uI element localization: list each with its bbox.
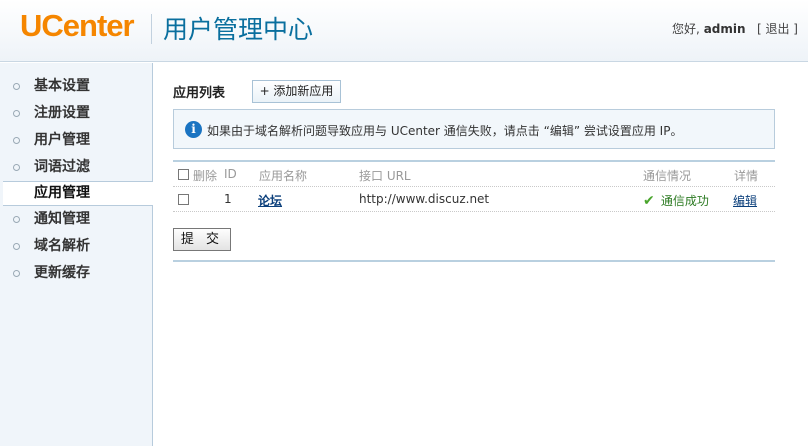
status-cell: ✔ 通信成功 — [643, 192, 709, 209]
sidebar-item-notice-management[interactable]: 通知管理 — [0, 206, 152, 233]
app-url: http://www.discuz.net — [359, 192, 490, 206]
sidebar-item-label: 注册设置 — [34, 105, 90, 121]
sidebar: 基本设置 注册设置 用户管理 词语过滤 应用管理 通知管理 域名解析 更新缓存 — [0, 63, 153, 446]
logo-u: U — [20, 8, 42, 43]
select-all-checkbox[interactable] — [178, 169, 189, 180]
logo-rest: Center — [41, 8, 134, 43]
header-delete: 删除 — [193, 169, 218, 183]
app-title: 用户管理中心 — [163, 15, 314, 44]
bullet-icon — [13, 164, 20, 171]
row-delete-checkbox[interactable] — [178, 194, 189, 205]
sidebar-item-label: 基本设置 — [34, 78, 90, 94]
info-icon: i — [185, 121, 202, 138]
table-row: 1 论坛 http://www.discuz.net ✔ 通信成功 编辑 — [173, 187, 775, 212]
info-notice: i 如果由于域名解析问题导致应用与 UCenter 通信失败，请点击 “编辑” … — [173, 109, 775, 149]
app-table: 删除 ID 应用名称 接口 URL 通信情况 详情 1 论坛 http://ww… — [173, 160, 775, 262]
notice-text: 如果由于域名解析问题导致应用与 UCenter 通信失败，请点击 “编辑” 尝试… — [207, 124, 683, 138]
sidebar-item-register-settings[interactable]: 注册设置 — [0, 100, 152, 127]
sidebar-item-update-cache[interactable]: 更新缓存 — [0, 260, 152, 287]
header-status: 通信情况 — [643, 169, 692, 183]
row-id: 1 — [224, 192, 232, 206]
bullet-icon — [13, 243, 20, 250]
table-bottom-rule — [173, 260, 775, 262]
username: admin — [703, 22, 746, 36]
sidebar-item-app-management[interactable]: 应用管理 — [3, 181, 153, 206]
header-detail: 详情 — [734, 169, 759, 183]
header-url: 接口 URL — [359, 169, 411, 183]
status-text: 通信成功 — [660, 194, 709, 208]
bullet-icon — [13, 216, 20, 223]
logout-link[interactable]: [ 退出 ] — [757, 22, 798, 36]
sidebar-item-label: 域名解析 — [34, 238, 90, 254]
sidebar-item-domain-resolve[interactable]: 域名解析 — [0, 233, 152, 260]
bullet-icon — [13, 270, 20, 277]
sidebar-item-user-management[interactable]: 用户管理 — [0, 127, 152, 154]
edit-link[interactable]: 编辑 — [733, 192, 757, 209]
header-id: ID — [224, 167, 237, 181]
bullet-icon — [13, 137, 20, 144]
ucenter-logo: UCenter — [20, 8, 135, 44]
header: UCenter 用户管理中心 您好, admin [ 退出 ] — [0, 0, 808, 62]
header-name: 应用名称 — [259, 169, 308, 183]
sidebar-item-label: 用户管理 — [34, 132, 90, 148]
bullet-icon — [13, 110, 20, 117]
table-header-row: 删除 ID 应用名称 接口 URL 通信情况 详情 — [173, 162, 775, 187]
submit-button[interactable]: 提 交 — [173, 228, 231, 251]
sidebar-item-word-filter[interactable]: 词语过滤 — [0, 154, 152, 181]
sidebar-item-label: 应用管理 — [34, 185, 90, 201]
sidebar-item-basic-settings[interactable]: 基本设置 — [0, 73, 152, 100]
sidebar-item-label: 词语过滤 — [34, 159, 90, 175]
add-app-button[interactable]: + 添加新应用 — [252, 80, 341, 103]
app-name-link[interactable]: 论坛 — [258, 192, 282, 209]
section-title: 应用列表 — [173, 86, 226, 101]
bullet-icon — [13, 83, 20, 90]
user-bar: 您好, admin [ 退出 ] — [672, 20, 798, 37]
sidebar-item-label: 更新缓存 — [34, 265, 90, 281]
sidebar-item-label: 通知管理 — [34, 211, 90, 227]
greeting-text: 您好, — [672, 22, 704, 36]
checkmark-icon: ✔ — [643, 193, 655, 209]
logo-divider — [151, 14, 152, 44]
